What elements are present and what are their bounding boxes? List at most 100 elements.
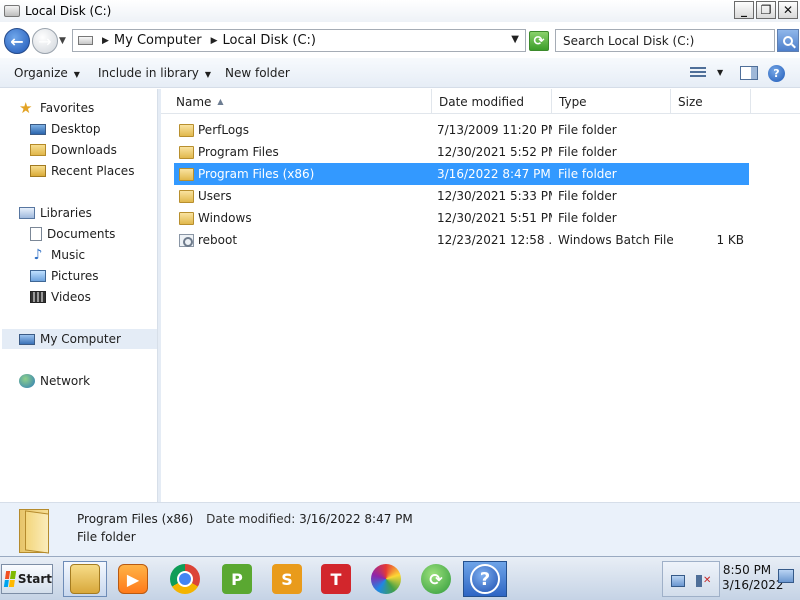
restore-button[interactable]: ❐ (756, 1, 776, 19)
nav-network-label: Network (40, 374, 91, 388)
nav-item-my-computer[interactable]: My Computer (2, 329, 157, 349)
file-row-users[interactable]: Users 12/30/2021 5:33 PM File folder (174, 185, 749, 207)
large-folder-icon (19, 509, 51, 554)
pictures-icon (30, 270, 46, 282)
taskbar-chrome-button[interactable] (163, 561, 207, 597)
downloads-icon (30, 144, 46, 156)
forward-button[interactable]: → (32, 28, 58, 54)
photos-icon (371, 564, 401, 594)
drive-icon (4, 5, 20, 17)
taskbar-sync-button[interactable]: ⟳ (414, 561, 458, 597)
breadcrumb-arrow[interactable]: ▶ (102, 36, 109, 46)
batch-file-icon (179, 233, 194, 247)
column-name-label: Name (176, 94, 212, 109)
title-bar: Local Disk (C:) _ ❐ ✕ (0, 0, 800, 22)
nav-documents-label: Documents (47, 227, 116, 241)
taskbar-explorer-button[interactable] (63, 561, 107, 597)
nav-libraries-label: Libraries (40, 206, 92, 220)
nav-item-desktop[interactable]: Desktop (30, 119, 157, 139)
back-button[interactable]: ← (4, 28, 30, 54)
nav-item-downloads[interactable]: Downloads (30, 140, 157, 160)
file-type: File folder (558, 167, 617, 181)
clock-date: 3/16/2022 (722, 578, 784, 592)
nav-item-videos[interactable]: Videos (30, 287, 157, 307)
file-type: File folder (558, 123, 617, 137)
nav-libraries[interactable]: Libraries (19, 203, 157, 223)
chrome-icon (170, 564, 200, 594)
details-date: 3/16/2022 8:47 PM (299, 512, 413, 526)
search-input[interactable]: Search Local Disk (C:) (555, 29, 775, 52)
column-headers: Name ▲ Date modified Type Size (161, 89, 800, 114)
sync-icon: ⟳ (421, 564, 451, 594)
address-dropdown[interactable]: ▼ (511, 34, 519, 45)
nav-item-music[interactable]: ♪ Music (30, 245, 157, 265)
nav-favorites[interactable]: ★ Favorites (19, 98, 157, 118)
clock-time: 8:50 PM (722, 563, 772, 577)
pane-splitter[interactable] (157, 89, 161, 502)
nav-videos-label: Videos (51, 290, 91, 304)
minimize-button[interactable]: _ (734, 1, 754, 19)
file-row-reboot[interactable]: reboot 12/23/2021 12:58 ... Windows Batc… (174, 229, 749, 251)
column-header-name[interactable]: Name ▲ (169, 89, 432, 114)
column-header-date[interactable]: Date modified (432, 89, 552, 114)
show-desktop-button[interactable] (778, 569, 794, 583)
mute-icon: ✕ (703, 575, 712, 586)
nav-item-pictures[interactable]: Pictures (30, 266, 157, 286)
file-row-windows[interactable]: Windows 12/30/2021 5:51 PM File folder (174, 207, 749, 229)
folder-icon (179, 211, 194, 225)
file-row-perflogs[interactable]: PerfLogs 7/13/2009 11:20 PM File folder (174, 119, 749, 141)
p-app-icon: P (222, 564, 252, 594)
network-tray-icon[interactable] (671, 575, 685, 587)
taskbar-t-app-button[interactable]: T (314, 561, 358, 597)
start-label: Start (17, 572, 52, 586)
taskbar-help-button[interactable]: ? (463, 561, 507, 597)
taskbar-photos-button[interactable] (364, 561, 408, 597)
view-dropdown[interactable]: ▼ (717, 68, 723, 77)
breadcrumb-local-disk[interactable]: Local Disk (C:) (223, 33, 316, 48)
include-in-library-button[interactable]: Include in library ▼ (98, 66, 211, 80)
refresh-button[interactable]: ⟳ (529, 31, 549, 51)
preview-pane-icon[interactable] (740, 66, 758, 80)
breadcrumb-my-computer[interactable]: My Computer (114, 33, 202, 48)
start-button[interactable]: Start (1, 564, 53, 594)
music-icon: ♪ (33, 247, 43, 263)
column-header-type[interactable]: Type (552, 89, 671, 114)
volume-icon[interactable] (696, 575, 702, 587)
details-type: File folder (77, 530, 136, 544)
clock[interactable]: 8:50 PM 3/16/2022 (722, 563, 784, 593)
taskbar-p-app-button[interactable]: P (215, 561, 259, 597)
s-app-icon: S (272, 564, 302, 594)
column-header-size[interactable]: Size (671, 89, 751, 114)
sort-ascending-icon: ▲ (217, 97, 224, 106)
nav-item-documents[interactable]: Documents (30, 224, 157, 244)
nav-item-network[interactable]: Network (19, 371, 157, 391)
taskbar-s-app-button[interactable]: S (265, 561, 309, 597)
change-view-icon[interactable] (690, 67, 706, 79)
windows-logo-icon (3, 571, 16, 587)
media-player-icon: ▶ (118, 564, 148, 594)
nav-item-recent-places[interactable]: Recent Places (30, 161, 157, 181)
taskbar-media-button[interactable]: ▶ (111, 561, 155, 597)
file-row-program-files[interactable]: Program Files 12/30/2021 5:52 PM File fo… (174, 141, 749, 163)
new-folder-button[interactable]: New folder (225, 66, 290, 80)
file-size: 1 KB (716, 233, 744, 247)
nav-pictures-label: Pictures (51, 269, 99, 283)
file-date: 3/16/2022 8:47 PM (437, 167, 551, 181)
address-row: ← → ▼ ▶ My Computer ▶ Local Disk (C:) ▼ … (0, 22, 800, 58)
organize-button[interactable]: Organize ▼ (14, 66, 80, 80)
details-date-label: Date modified: (206, 512, 296, 526)
address-bar[interactable]: ▶ My Computer ▶ Local Disk (C:) ▼ (72, 29, 526, 52)
videos-icon (30, 291, 46, 303)
breadcrumb-arrow[interactable]: ▶ (211, 36, 218, 46)
t-app-icon: T (321, 564, 351, 594)
file-row-program-files-x86[interactable]: Program Files (x86) 3/16/2022 8:47 PM Fi… (174, 163, 749, 185)
search-button[interactable] (777, 29, 799, 52)
recent-pages-dropdown[interactable]: ▼ (59, 36, 66, 46)
file-type: Windows Batch File (558, 233, 673, 247)
help-icon[interactable]: ? (768, 65, 785, 82)
star-icon: ★ (19, 99, 33, 117)
window-title: Local Disk (C:) (25, 4, 112, 18)
file-name: Windows (198, 211, 252, 225)
close-button[interactable]: ✕ (778, 1, 798, 19)
command-bar: Organize ▼ Include in library ▼ New folder… (0, 58, 800, 88)
